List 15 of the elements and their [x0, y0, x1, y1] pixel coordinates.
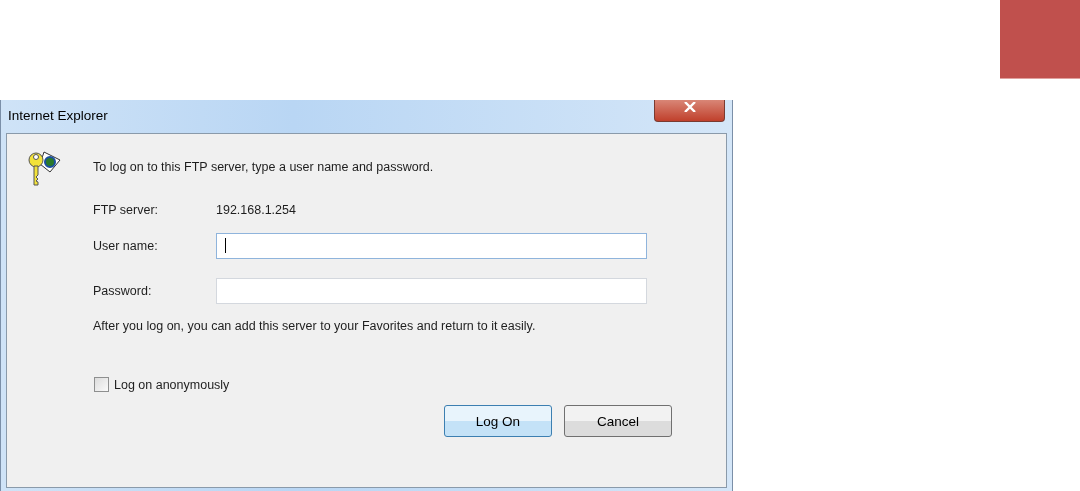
field-label: Password:	[93, 283, 153, 298]
anonymous-checkbox[interactable]	[94, 377, 109, 392]
server-label: FTP server:	[93, 203, 160, 217]
favorites-note: After you log on, you can add this server to your Favorites and return to it easily.	[93, 319, 537, 335]
close-icon	[682, 101, 697, 112]
field-label: User name:	[93, 238, 159, 253]
dialog-button[interactable]: Log On	[444, 405, 552, 437]
window-title: Internet Explorer	[8, 108, 108, 123]
anonymous-label: Log on anonymously	[114, 377, 230, 392]
dialog-button[interactable]: Cancel	[564, 405, 672, 437]
input-field[interactable]	[216, 277, 647, 304]
server-address: 192.168.1.254	[216, 203, 296, 217]
close-button[interactable]	[654, 100, 725, 122]
instruction-text: To log on to this FTP server, type a user name and password.	[93, 159, 434, 174]
input-field[interactable]	[216, 232, 647, 259]
